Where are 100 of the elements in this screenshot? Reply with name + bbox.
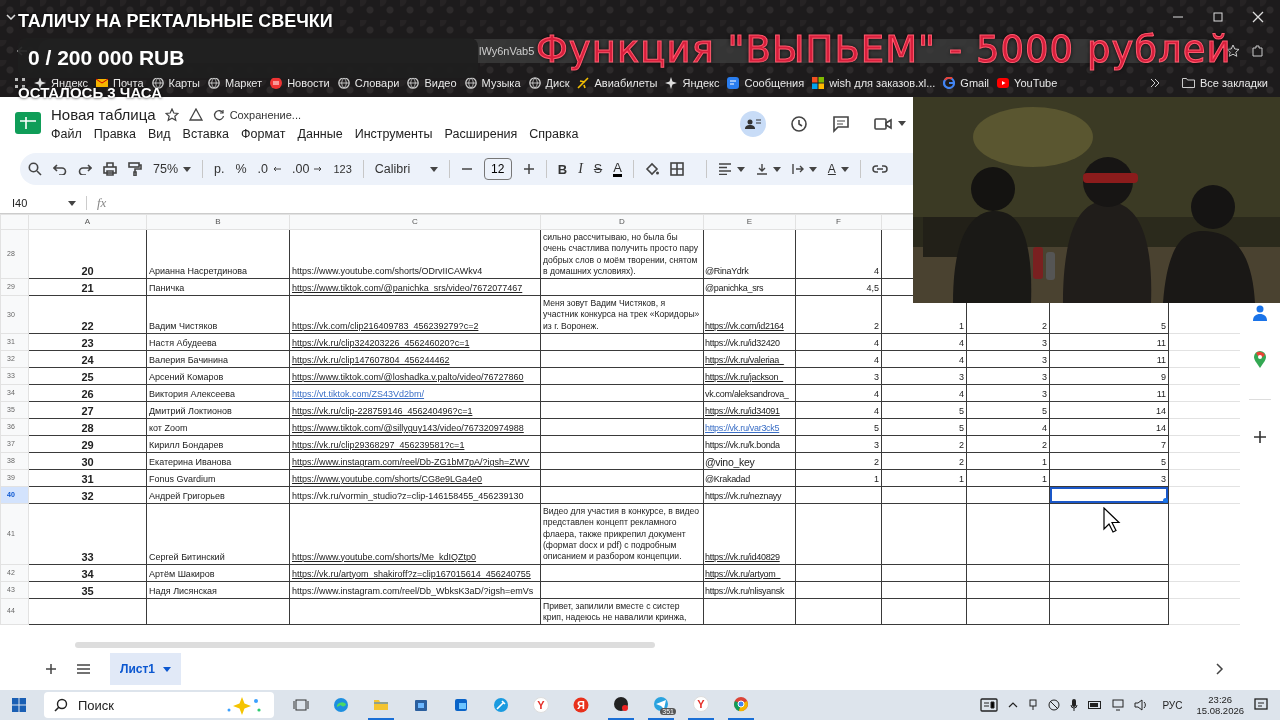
link-cell[interactable]: https://www.instagram.com/reel/Db-ZG1bM7pA/?igsh=ZWV bbox=[289, 452, 541, 470]
table-cell: 26 bbox=[28, 384, 147, 402]
table-cell: 4 bbox=[881, 384, 967, 402]
table-cell: 4,5 bbox=[795, 278, 882, 296]
link-cell[interactable]: https://vk.ru/valeriaa_ bbox=[703, 350, 796, 368]
table-cell: 5 bbox=[881, 418, 967, 436]
link-cell[interactable]: https://vk.ru/clip29368297_456239581?c=1 bbox=[289, 435, 541, 453]
table-cell: Настя Абудеева bbox=[146, 333, 290, 351]
table-cell: Андрей Григорьев bbox=[146, 486, 290, 504]
table-cell: 29 bbox=[28, 435, 147, 453]
input-language[interactable]: РУС bbox=[1162, 699, 1183, 711]
menu-item[interactable]: Файл bbox=[51, 127, 82, 141]
column-header[interactable]: B bbox=[146, 214, 290, 230]
table-cell: https://vk.ru/k.bonda bbox=[703, 435, 796, 453]
save-status: Сохранение... bbox=[229, 108, 301, 121]
font-dropdown[interactable]: Calibri bbox=[374, 162, 438, 176]
link-cell[interactable]: https://vk.ru/clip324203226_456246020?c=1 bbox=[289, 333, 541, 351]
decrease-decimal-button[interactable]: .0 bbox=[257, 162, 282, 176]
bookmark[interactable]: Яндекс bbox=[665, 76, 720, 89]
italic-button[interactable]: I bbox=[578, 161, 583, 177]
table-cell: 4 bbox=[795, 333, 882, 351]
stream-title: ТАЛИЧУ НА РЕКТАЛЬНЫЕ СВЕЧКИ bbox=[18, 11, 333, 32]
link-cell[interactable]: https://vk.ru/id34091 bbox=[703, 401, 796, 419]
table-cell: 1 bbox=[966, 452, 1050, 470]
bookmark[interactable]: Музыка bbox=[464, 76, 521, 89]
table-cell: 3 bbox=[1049, 469, 1169, 487]
link-cell[interactable]: https://vt.tiktok.com/ZS43Vd2bm/ bbox=[289, 384, 541, 402]
table-cell: 3 bbox=[966, 367, 1050, 385]
document-title[interactable]: Новая таблица bbox=[51, 106, 156, 123]
link-cell[interactable]: https://vk.ru/artyom_ bbox=[703, 564, 796, 582]
number-format-button[interactable]: 123 bbox=[333, 163, 352, 175]
table-cell: Паничка bbox=[146, 278, 290, 296]
table-cell: @Krakadad bbox=[703, 469, 796, 487]
table-cell: 9 bbox=[1049, 367, 1169, 385]
menu-item[interactable]: Вид bbox=[147, 127, 171, 141]
table-cell: 4 bbox=[966, 418, 1050, 436]
bookmark[interactable]: Gmail bbox=[943, 76, 990, 89]
zoom-dropdown[interactable]: 75% bbox=[153, 162, 192, 176]
bookmark[interactable]: Видео bbox=[407, 76, 457, 89]
table-cell: Виктория Алексеева bbox=[146, 384, 290, 402]
link-cell[interactable]: https://vk.ru/clip-228759146_456240496?c=1 bbox=[289, 401, 541, 419]
link-cell[interactable]: https://vk.ru/clip147607804_456244462 bbox=[289, 350, 541, 368]
sheet-tab[interactable]: Лист1 bbox=[110, 653, 182, 685]
table-cell: Дмитрий Локтионов bbox=[146, 401, 290, 419]
link-cell[interactable]: https://vk.com/id2164 bbox=[703, 295, 796, 334]
table-cell: https://vk.ru/id32420 bbox=[703, 333, 796, 351]
column-header[interactable]: A bbox=[28, 214, 147, 230]
table-cell: 3 bbox=[966, 384, 1050, 402]
table-cell: 11 bbox=[1049, 350, 1169, 368]
bookmark[interactable]: Словари bbox=[337, 76, 400, 89]
table-cell: 4 bbox=[795, 350, 882, 368]
text-color-button[interactable]: A bbox=[613, 161, 622, 177]
table-cell: кот Zoom bbox=[146, 418, 290, 436]
link-cell[interactable]: https://www.tiktok.com/@panichka_srs/video/7672077467 bbox=[289, 278, 541, 296]
menu-item[interactable]: Справка bbox=[529, 127, 579, 141]
table-cell: 32 bbox=[28, 486, 147, 504]
menu-item[interactable]: Правка bbox=[93, 127, 136, 141]
bookmark[interactable]: wish для заказов.xl... bbox=[812, 76, 936, 89]
currency-button[interactable]: р. bbox=[214, 162, 225, 176]
strikethrough-button[interactable]: S bbox=[593, 162, 603, 176]
table-cell: 3 bbox=[966, 333, 1050, 351]
link-cell[interactable]: https://vk.ru/var3ck5 bbox=[703, 418, 796, 436]
table-cell: сильно рассчитываю, но была бы очень счастлива получить просто пару добрых слов о моём творении, снятом в домашних условиях). bbox=[540, 229, 704, 279]
column-header[interactable]: C bbox=[289, 214, 541, 230]
address-text[interactable]: lWy6nVab5 bbox=[479, 45, 535, 57]
menu-item[interactable]: Вставка bbox=[182, 127, 230, 141]
text-rotation-button[interactable]: A bbox=[827, 162, 849, 176]
table-cell: 2 bbox=[795, 452, 882, 470]
table-cell: 4 bbox=[795, 384, 882, 402]
all-bookmarks-button[interactable]: Все закладки bbox=[1181, 76, 1268, 89]
bookmark[interactable]: Сообщения bbox=[727, 76, 805, 89]
column-header[interactable]: F bbox=[795, 214, 882, 230]
link-cell[interactable]: https://www.tiktok.com/@sillyguy143/video/767320974988 bbox=[289, 418, 541, 436]
table-cell: 5 bbox=[881, 401, 967, 419]
clock[interactable]: 23:26 15.08.2026 bbox=[1196, 694, 1244, 716]
link-cell[interactable]: https://www.youtube.com/shorts/CG8e9LGa4e0 bbox=[289, 469, 541, 487]
link-cell[interactable]: https://www.youtube.com/shorts/Me_kdIQZtp0 bbox=[289, 503, 541, 565]
percent-button[interactable]: % bbox=[235, 162, 247, 176]
menu-item[interactable]: Расширения bbox=[444, 127, 518, 141]
menu-item[interactable]: Формат bbox=[241, 127, 286, 141]
link-cell[interactable]: https://www.tiktok.com/@loshadka.v.palto/video/76727860 bbox=[289, 367, 541, 385]
bold-button[interactable]: B bbox=[557, 161, 568, 177]
bookmark[interactable]: YouTube bbox=[997, 76, 1058, 89]
link-cell[interactable]: https://vk.ru/artyom_shakiroff?z=clip167015614_456240755 bbox=[289, 564, 541, 582]
link-cell[interactable]: https://vk.ru/jackson_ bbox=[703, 367, 796, 385]
link-cell[interactable]: https://vk.ru/id40829 bbox=[703, 503, 796, 565]
column-header[interactable]: E bbox=[703, 214, 796, 230]
menu-item[interactable]: Данные bbox=[297, 127, 343, 141]
name-box[interactable]: I40 bbox=[12, 197, 76, 209]
bookmark[interactable]: Авиабилеты bbox=[577, 76, 658, 89]
link-cell[interactable]: https://vk.com/clip216409783_456239279?c=2 bbox=[289, 295, 541, 334]
font-size-field[interactable]: 12 bbox=[483, 158, 512, 180]
table-cell: 11 bbox=[1049, 333, 1169, 351]
menu-item[interactable]: Инструменты bbox=[354, 127, 433, 141]
bookmark[interactable]: Диск bbox=[528, 76, 570, 89]
column-header[interactable]: D bbox=[540, 214, 704, 230]
table-cell: Fonus Gvardium bbox=[146, 469, 290, 487]
increase-decimal-button[interactable]: .00 bbox=[292, 162, 323, 176]
taskbar-search-field[interactable]: Поиск bbox=[44, 692, 274, 718]
bookmark[interactable]: Маркет bbox=[207, 76, 263, 89]
